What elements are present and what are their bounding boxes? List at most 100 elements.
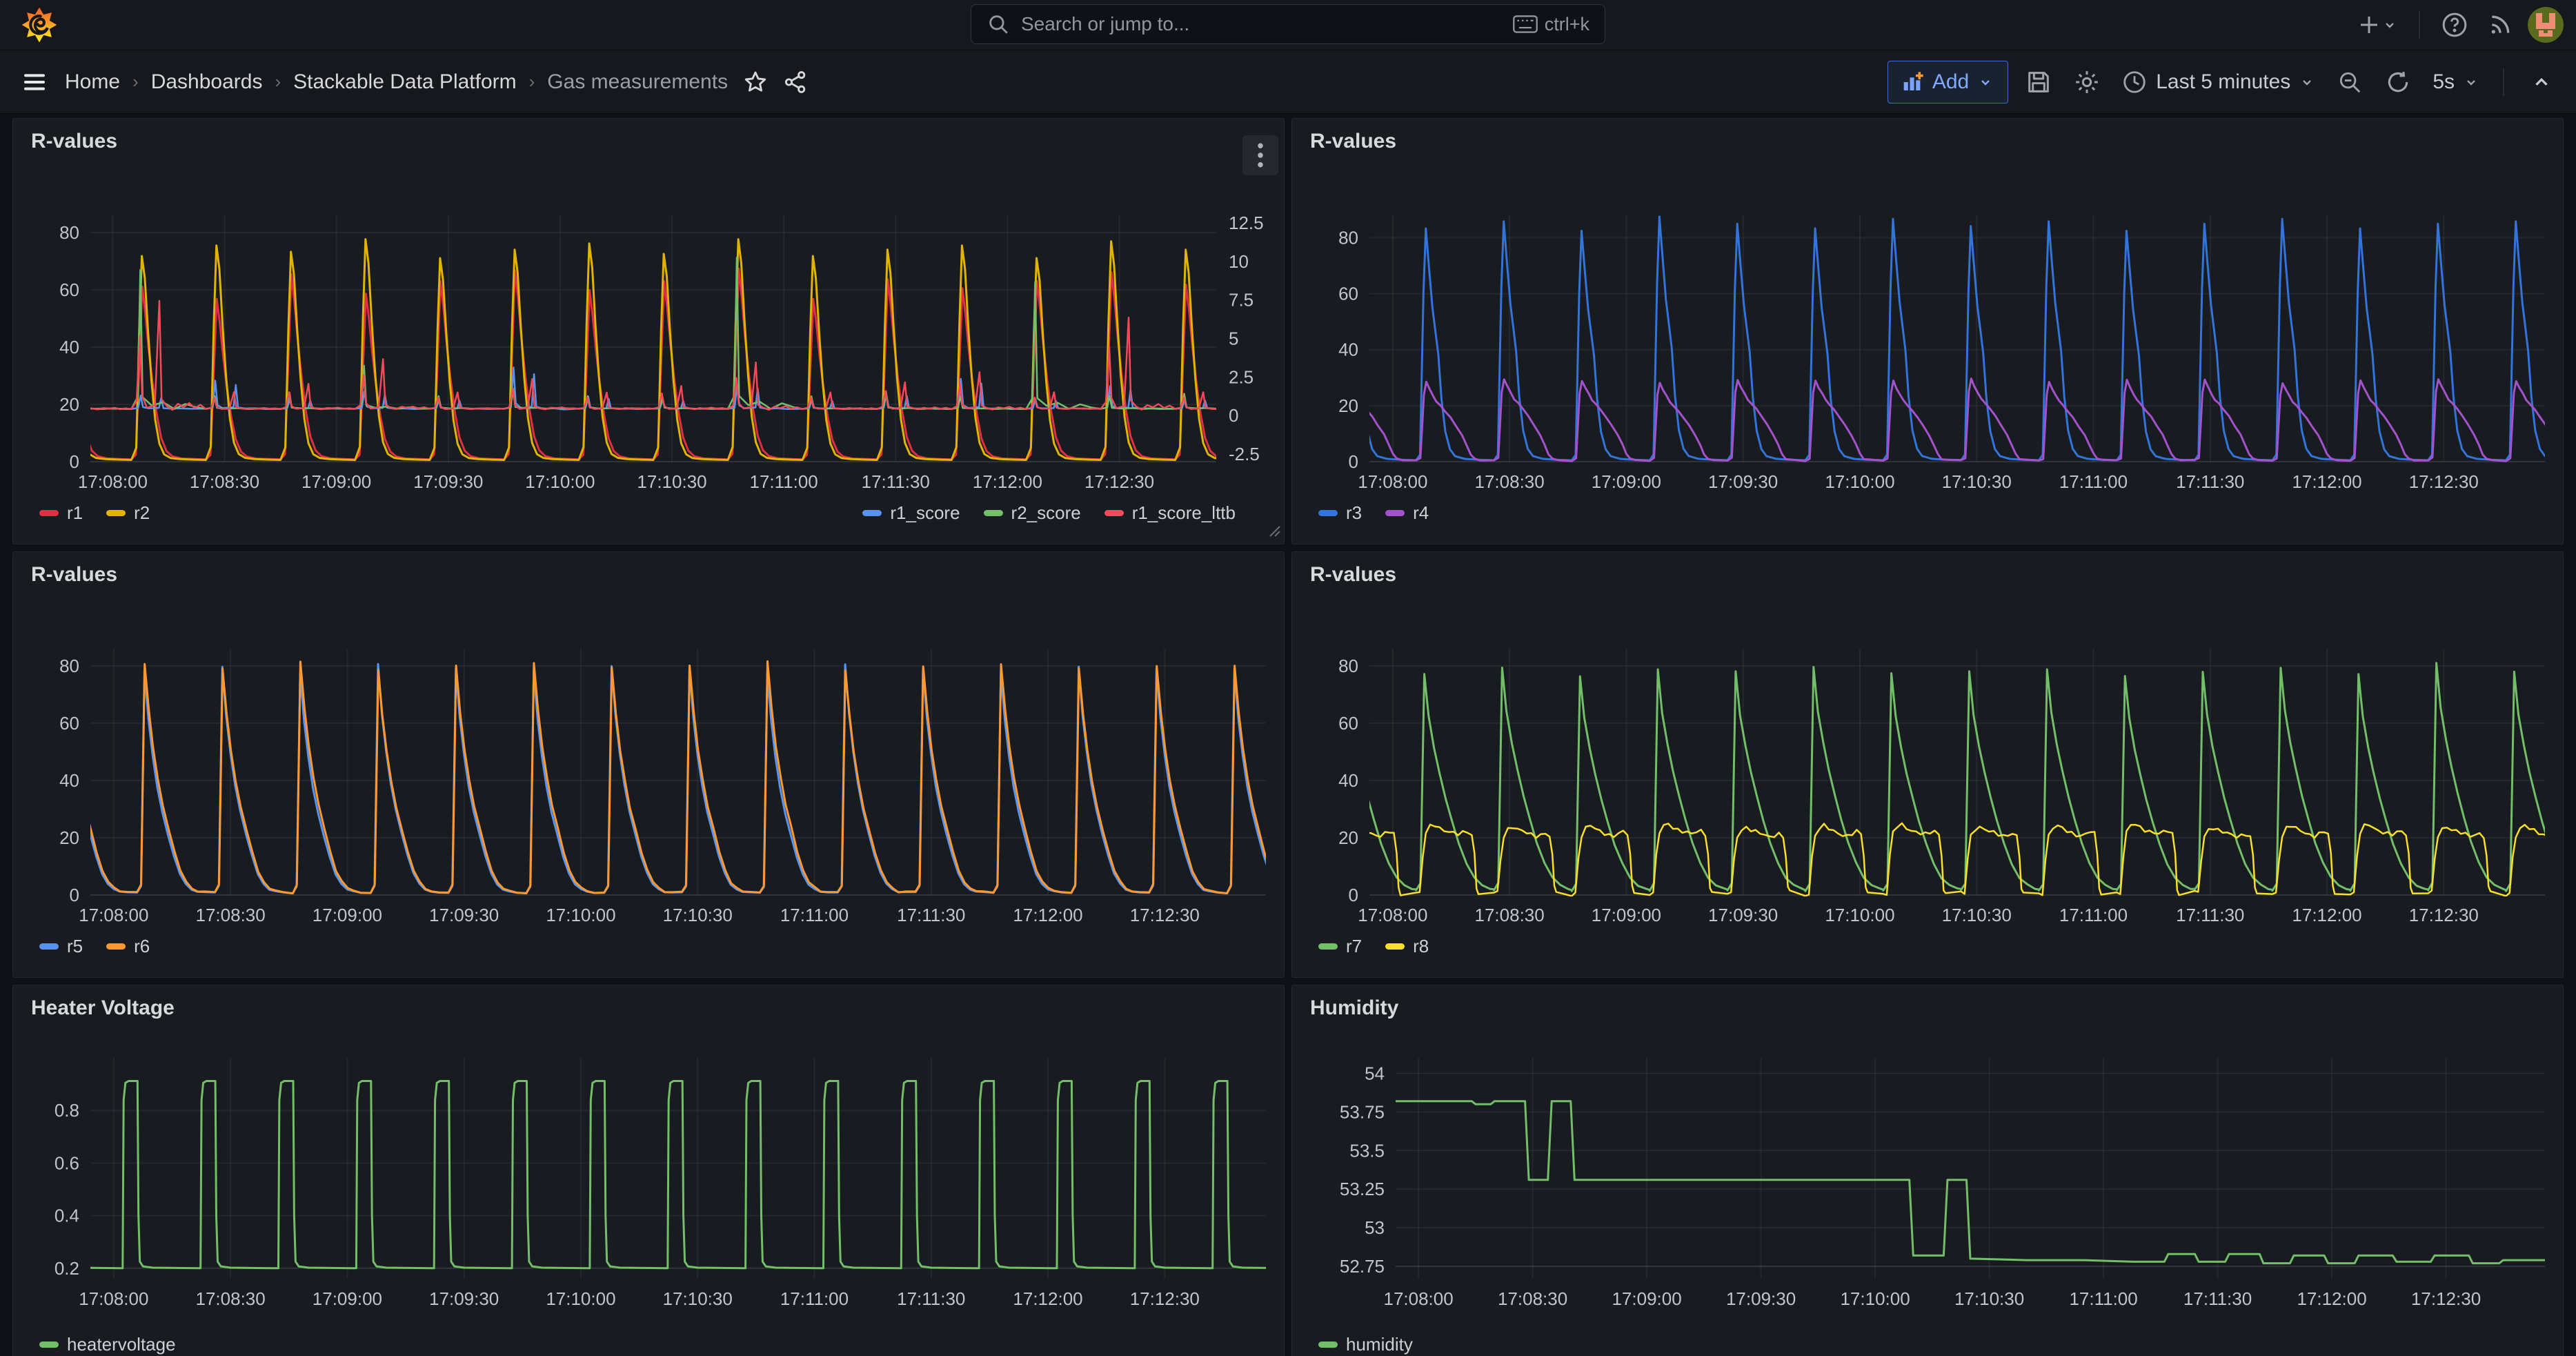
menu-toggle-button[interactable] xyxy=(17,64,52,100)
panel-title[interactable]: R-values xyxy=(31,563,117,587)
x-axis-tick-label: 17:08:00 xyxy=(79,1288,148,1309)
x-axis-tick-label: 17:09:00 xyxy=(1592,471,1661,492)
resize-handle[interactable] xyxy=(1266,522,1281,541)
share-button[interactable] xyxy=(777,64,813,100)
panel-title[interactable]: Humidity xyxy=(1310,996,1398,1020)
panel-title[interactable]: R-values xyxy=(1310,563,1396,587)
y-axis-tick-label: 53.5 xyxy=(1349,1140,1385,1161)
chevron-down-icon xyxy=(2463,74,2479,90)
x-axis-tick-label: 17:10:30 xyxy=(1942,471,2012,492)
search-icon xyxy=(987,12,1010,36)
legend-item-humidity[interactable]: humidity xyxy=(1318,1334,1413,1355)
refresh-button[interactable] xyxy=(2380,64,2416,100)
legend: heatervoltage xyxy=(13,1334,1284,1355)
y-axis-right-tick-label: 7.5 xyxy=(1229,290,1254,311)
x-axis-tick-label: 17:08:30 xyxy=(1498,1288,1567,1309)
y-axis-right-tick-label: -2.5 xyxy=(1229,444,1260,464)
grafana-logo[interactable] xyxy=(21,6,58,43)
legend-item-r4[interactable]: r4 xyxy=(1385,502,1429,524)
dashboard-settings-button[interactable] xyxy=(2069,64,2105,100)
series-line-heatervoltage xyxy=(43,1081,1285,1268)
kebab-icon xyxy=(1256,141,1265,169)
panel-r-values-1: R-values 17:08:0017:08:3017:09:0017:09:3… xyxy=(12,118,1285,544)
x-axis-tick-label: 17:11:00 xyxy=(2069,1288,2137,1309)
save-dashboard-button[interactable] xyxy=(2021,64,2057,100)
x-axis-tick-label: 17:10:30 xyxy=(663,1288,733,1309)
new-dropdown-button[interactable] xyxy=(2352,7,2402,43)
add-button[interactable]: Add xyxy=(1888,61,2008,104)
x-axis-tick-label: 17:12:30 xyxy=(1130,1288,1200,1309)
legend-label: r8 xyxy=(1413,936,1429,957)
legend-item-r2[interactable]: r2 xyxy=(106,502,150,524)
user-avatar[interactable] xyxy=(2528,7,2564,43)
y-axis-tick-label: 60 xyxy=(1338,713,1358,734)
x-axis-tick-label: 17:08:30 xyxy=(1475,471,1545,492)
series-line-r7 xyxy=(1338,663,2564,892)
refresh-interval-picker[interactable]: 5s xyxy=(2428,70,2484,95)
legend-label: r4 xyxy=(1413,502,1429,524)
y-axis-right-tick-label: 5 xyxy=(1229,328,1238,349)
time-series-chart[interactable]: 17:08:0017:08:3017:09:0017:09:3017:10:00… xyxy=(1292,985,2564,1356)
panel-menu-button[interactable] xyxy=(1242,135,1278,175)
legend-item-r5[interactable]: r5 xyxy=(39,936,83,957)
breadcrumb-home[interactable]: Home xyxy=(65,70,120,94)
legend-item-r6[interactable]: r6 xyxy=(106,936,150,957)
panel-r-values-2: R-values 17:08:0017:08:3017:09:0017:09:3… xyxy=(1291,118,2564,544)
x-axis-tick-label: 17:09:00 xyxy=(301,471,371,492)
time-series-chart[interactable]: 17:08:0017:08:3017:09:0017:09:3017:10:00… xyxy=(13,552,1285,978)
x-axis-tick-label: 17:08:30 xyxy=(196,905,266,925)
time-series-chart[interactable]: 17:08:0017:08:3017:09:0017:09:3017:10:00… xyxy=(1292,552,2564,978)
x-axis-tick-label: 17:12:30 xyxy=(2411,1288,2481,1309)
legend-item-heatervoltage[interactable]: heatervoltage xyxy=(39,1334,176,1355)
x-axis-tick-label: 17:11:30 xyxy=(2183,1288,2252,1309)
x-axis-tick-label: 17:12:30 xyxy=(1084,471,1154,492)
legend-label: r1_score_lttb xyxy=(1132,502,1236,524)
breadcrumb-separator: › xyxy=(132,71,139,92)
legend: r1 r2 r1_score r2_score r1_score_lttb xyxy=(13,502,1284,524)
favorite-star-button[interactable] xyxy=(737,64,773,100)
y-axis-tick-label: 60 xyxy=(1338,284,1358,304)
time-series-chart[interactable]: 17:08:0017:08:3017:09:0017:09:3017:10:00… xyxy=(13,985,1285,1356)
zoom-out-button[interactable] xyxy=(2332,64,2368,100)
collapse-toolbar-button[interactable] xyxy=(2524,64,2559,100)
legend-item-r1_score[interactable]: r1_score xyxy=(862,502,960,524)
chevron-down-icon xyxy=(2381,17,2398,33)
time-series-chart[interactable]: 17:08:0017:08:3017:09:0017:09:3017:10:00… xyxy=(13,119,1285,544)
x-axis-tick-label: 17:12:00 xyxy=(1013,1288,1082,1309)
x-axis-tick-label: 17:08:00 xyxy=(79,905,148,925)
breadcrumb-dashboards[interactable]: Dashboards xyxy=(151,70,263,94)
news-rss-button[interactable] xyxy=(2482,7,2518,43)
time-series-chart[interactable]: 17:08:0017:08:3017:09:0017:09:3017:10:00… xyxy=(1292,119,2564,544)
x-axis-tick-label: 17:12:00 xyxy=(973,471,1042,492)
dashboard-grid: R-values 17:08:0017:08:3017:09:0017:09:3… xyxy=(0,114,2576,1356)
panel-title[interactable]: R-values xyxy=(1310,130,1396,153)
legend-item-r3[interactable]: r3 xyxy=(1318,502,1362,524)
x-axis-tick-label: 17:12:00 xyxy=(2292,471,2361,492)
y-axis-right-tick-label: 10 xyxy=(1229,251,1249,272)
panel-title[interactable]: R-values xyxy=(31,130,117,153)
panel-humidity: Humidity 17:08:0017:08:3017:09:0017:09:3… xyxy=(1291,985,2564,1356)
help-button[interactable] xyxy=(2437,7,2473,43)
x-axis-tick-label: 17:11:00 xyxy=(780,1288,849,1309)
x-axis-tick-label: 17:10:00 xyxy=(1840,1288,1910,1309)
legend-item-r8[interactable]: r8 xyxy=(1385,936,1429,957)
x-axis-tick-label: 17:10:30 xyxy=(637,471,706,492)
panel-title[interactable]: Heater Voltage xyxy=(31,996,175,1020)
y-axis-tick-label: 53 xyxy=(1365,1217,1385,1238)
x-axis-tick-label: 17:11:30 xyxy=(897,1288,965,1309)
breadcrumb-folder[interactable]: Stackable Data Platform xyxy=(293,70,516,94)
search-input[interactable]: Search or jump to... ctrl+k xyxy=(971,4,1605,44)
breadcrumb-separator: › xyxy=(529,71,535,92)
legend-swatch xyxy=(1318,510,1338,516)
y-axis-tick-label: 80 xyxy=(59,656,79,676)
series-line-r3 xyxy=(1338,217,2564,460)
legend-item-r1[interactable]: r1 xyxy=(39,502,83,524)
x-axis-tick-label: 17:09:30 xyxy=(1708,471,1778,492)
time-range-picker[interactable]: Last 5 minutes xyxy=(2117,68,2319,96)
legend-item-r7[interactable]: r7 xyxy=(1318,936,1362,957)
x-axis-tick-label: 17:10:30 xyxy=(1942,905,2012,925)
series-line-r6 xyxy=(59,661,1285,893)
legend-item-r1_score_lttb[interactable]: r1_score_lttb xyxy=(1104,502,1236,524)
legend-label: r7 xyxy=(1346,936,1362,957)
legend-item-r2_score[interactable]: r2_score xyxy=(984,502,1081,524)
